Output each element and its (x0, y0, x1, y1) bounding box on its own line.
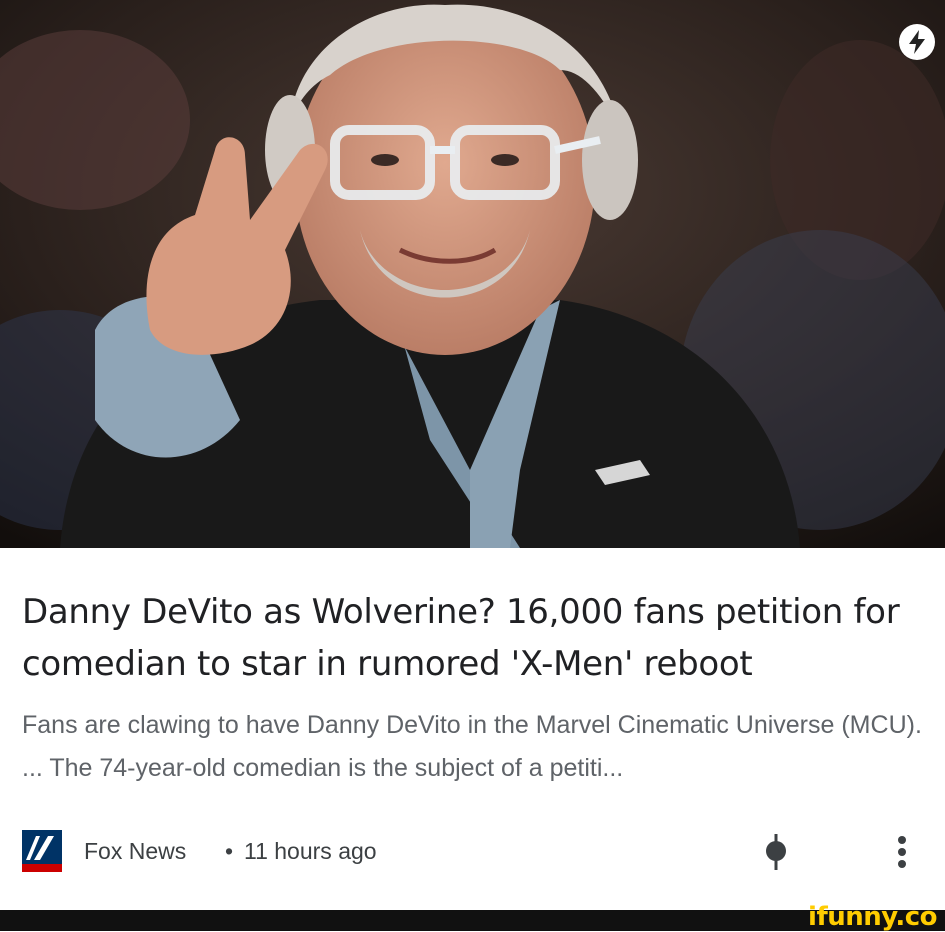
watermark-bar: ifunny.co (0, 902, 945, 932)
amp-badge (899, 24, 935, 60)
more-vertical-icon[interactable] (890, 834, 914, 870)
fox-news-logo (22, 830, 62, 872)
article-hero-image[interactable] (0, 0, 945, 548)
pin-icon[interactable] (762, 834, 790, 870)
article-card[interactable]: Danny DeVito as Wolverine? 16,000 fans p… (0, 548, 945, 910)
photo-illustration (0, 0, 945, 548)
lightning-bolt-icon (909, 30, 925, 54)
source-name[interactable]: Fox News (84, 838, 186, 865)
ifunny-watermark: ifunny.co (808, 902, 937, 932)
time-ago: 11 hours ago (244, 838, 377, 864)
article-meta: Fox News • 11 hours ago (22, 830, 922, 874)
meta-separator: • (225, 838, 234, 864)
article-headline[interactable]: Danny DeVito as Wolverine? 16,000 fans p… (22, 586, 922, 690)
article-snippet: Fans are clawing to have Danny DeVito in… (22, 711, 922, 782)
